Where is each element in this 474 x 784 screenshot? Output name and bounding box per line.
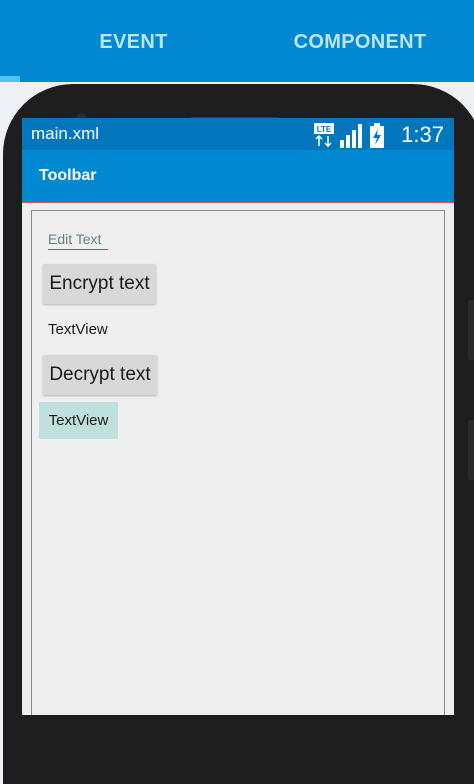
decrypt-button[interactable]: Decrypt text (43, 355, 157, 395)
status-bar: main.xml LTE 1:37 (22, 118, 454, 150)
signal-icon (340, 124, 366, 153)
lte-icon: LTE (314, 123, 334, 148)
status-clock: 1:37 (401, 122, 444, 147)
toolbar: Toolbar (22, 150, 454, 202)
tab-component[interactable]: COMPONENT (250, 0, 470, 82)
encrypt-button[interactable]: Encrypt text (43, 264, 156, 304)
device-screen: main.xml LTE 1:37 Toolbar Edit Text Encr… (22, 118, 454, 715)
text-view-selected[interactable]: TextView (39, 402, 118, 439)
tab-indicator (0, 76, 20, 82)
top-tab-bar: EVENT COMPONENT (0, 0, 474, 82)
tab-event[interactable]: EVENT (36, 0, 231, 82)
phone-side-button (468, 420, 474, 480)
toolbar-title: Toolbar (39, 167, 97, 184)
lte-label: LTE (317, 125, 332, 134)
phone-side-button (468, 300, 474, 360)
layout-file-name: main.xml (31, 124, 100, 143)
text-view[interactable]: TextView (48, 321, 108, 338)
battery-charging-icon (370, 123, 384, 153)
edit-text-field[interactable]: Edit Text (48, 231, 108, 250)
canvas-edge-line (22, 202, 454, 203)
